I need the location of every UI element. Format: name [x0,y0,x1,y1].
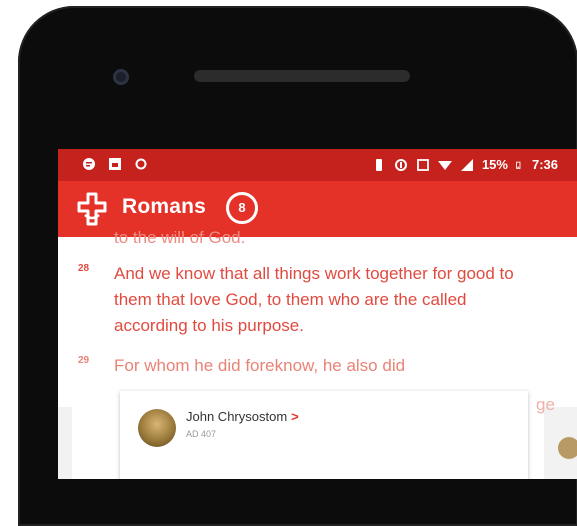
cross-logo-icon[interactable] [74,191,110,227]
verse-number: 28 [78,263,90,274]
nfc-icon [417,158,429,171]
commentary-date: AD 407 [186,429,217,439]
status-right-icons: 15% 7:36 [372,157,558,172]
wifi-icon [437,160,452,170]
signal-icon [460,158,473,171]
author-avatar [138,409,176,447]
battery-icon [516,161,521,169]
verse-text[interactable]: to the will of God. [114,225,544,251]
vibrate-icon [375,158,382,171]
phone-screen: 15% 7:36 Romans 8 to the will of God. 28… [58,149,577,479]
sync-icon [135,158,147,170]
status-time: 7:36 [531,157,558,172]
verse-text[interactable]: And we know that all things work togethe… [114,261,544,339]
chapter-badge[interactable]: 8 [226,192,258,224]
chevron-right-icon: > [291,409,299,424]
commentary-card[interactable]: John Chrysostom > AD 407 [120,391,528,479]
verse-text[interactable]: For whom he did foreknow, he also did [114,353,544,379]
battery-percent: 15% [481,157,508,172]
previous-card-edge[interactable] [58,407,72,479]
message-icon [83,158,95,170]
gallery-icon [109,158,121,170]
front-camera [113,69,129,85]
commentary-author[interactable]: John Chrysostom > [186,409,299,424]
earpiece-speaker [194,70,410,82]
status-bar: 15% 7:36 [58,149,577,181]
partial-verse-text: ge [536,395,555,414]
verse-number: 29 [78,355,90,366]
next-author-avatar [558,437,577,459]
phone-frame: 15% 7:36 Romans 8 to the will of God. 28… [18,6,577,526]
book-title[interactable]: Romans [122,195,206,219]
author-name: John Chrysostom [186,409,288,424]
data-saver-icon [394,158,407,171]
status-left-icons [82,157,148,171]
